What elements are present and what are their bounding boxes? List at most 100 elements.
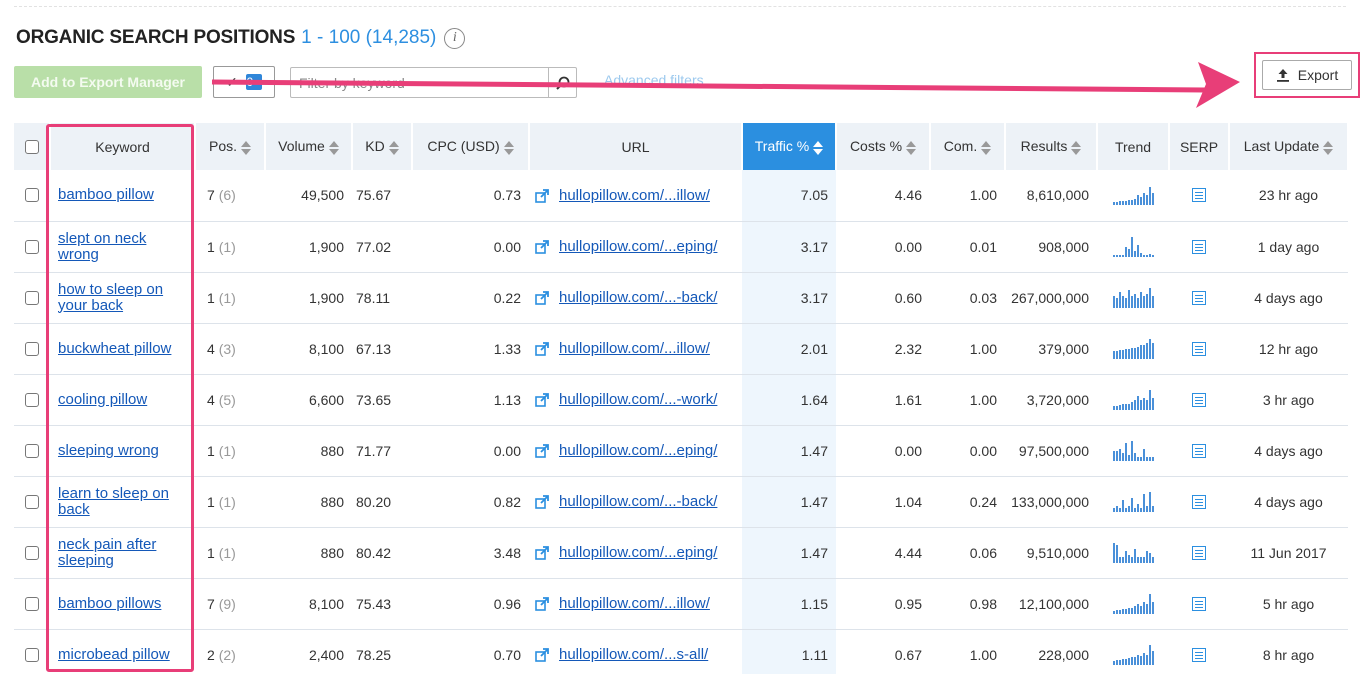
sort-icon — [1071, 140, 1082, 155]
volume-cell: 8,100 — [265, 323, 352, 375]
row-checkbox[interactable] — [25, 443, 39, 458]
keyword-cell: how to sleep on your back — [50, 272, 195, 324]
url-cell: hullopillow.com/...eping/ — [529, 425, 742, 477]
export-label: Export — [1297, 67, 1339, 83]
export-button[interactable]: Export — [1262, 60, 1352, 90]
external-link-icon[interactable] — [535, 648, 549, 663]
traffic-cell: 2.01 — [742, 323, 836, 375]
trend-bar — [1133, 399, 1136, 410]
url-link[interactable]: hullopillow.com/...eping/ — [559, 238, 717, 255]
external-link-icon[interactable] — [535, 189, 549, 203]
column-results[interactable]: Results — [1005, 123, 1098, 170]
external-link-icon[interactable] — [535, 597, 549, 612]
serp-cell — [1169, 578, 1229, 630]
keyword-link[interactable]: how to sleep on your back — [58, 281, 189, 314]
column-keyword[interactable]: Keyword — [50, 123, 196, 170]
trend-bar — [1130, 497, 1133, 512]
serp-icon[interactable] — [1192, 647, 1206, 662]
info-icon[interactable]: i — [444, 27, 466, 49]
row-checkbox[interactable] — [25, 494, 39, 509]
url-link[interactable]: hullopillow.com/...s-all/ — [559, 646, 708, 663]
serp-icon[interactable] — [1192, 545, 1206, 560]
row-checkbox[interactable] — [25, 596, 39, 611]
url-link[interactable]: hullopillow.com/...-back/ — [559, 493, 717, 510]
row-checkbox[interactable] — [25, 647, 39, 662]
select-all-header[interactable] — [14, 123, 51, 170]
column-costs[interactable]: Costs % — [836, 123, 931, 170]
external-link-icon[interactable] — [535, 444, 549, 459]
url-link[interactable]: hullopillow.com/...illow/ — [559, 595, 710, 612]
external-link-icon[interactable] — [535, 495, 549, 510]
row-checkbox[interactable] — [25, 188, 39, 203]
keyword-link[interactable]: bamboo pillows — [58, 595, 189, 612]
keyword-link[interactable]: bamboo pillow — [58, 187, 189, 203]
position-value: 7 — [207, 187, 215, 204]
kd-cell: 71.77 — [352, 425, 412, 477]
keyword-link[interactable]: cooling pillow — [58, 391, 189, 408]
results-cell: 267,000,000 — [1005, 272, 1097, 324]
keyword-link[interactable]: learn to sleep on back — [58, 485, 189, 518]
trend-bar — [1127, 607, 1130, 614]
external-link-icon[interactable] — [535, 240, 549, 255]
add-to-export-manager-button[interactable]: Add to Export Manager — [14, 66, 202, 98]
keyword-link[interactable]: slept on neck wrong — [58, 230, 189, 263]
serp-icon[interactable] — [1192, 239, 1206, 254]
url-link[interactable]: hullopillow.com/...-work/ — [559, 391, 717, 408]
previous-position: (1) — [218, 442, 236, 459]
url-link[interactable]: hullopillow.com/...eping/ — [559, 544, 717, 561]
column-last-update[interactable]: Last Update — [1229, 123, 1349, 170]
row-checkbox[interactable] — [25, 290, 39, 305]
keyword-link[interactable]: buckwheat pillow — [58, 340, 189, 357]
results-cell: 8,610,000 — [1005, 170, 1097, 222]
table-row: bamboo pillow 7 (6) 49,500 75.67 0.73 hu… — [14, 170, 1348, 222]
column-cpc[interactable]: CPC (USD) — [412, 123, 530, 170]
advanced-filters-link[interactable]: Advanced filters — [604, 72, 704, 88]
external-link-icon[interactable] — [535, 393, 549, 408]
serp-icon[interactable] — [1192, 290, 1206, 305]
position-cell: 4 (3) — [195, 323, 265, 375]
external-link-icon[interactable] — [535, 291, 549, 306]
external-link-icon[interactable] — [535, 546, 549, 561]
trend-bar — [1127, 200, 1130, 206]
row-checkbox[interactable] — [25, 341, 39, 356]
external-link-icon[interactable] — [535, 342, 549, 357]
search-button[interactable] — [548, 68, 576, 97]
trend-bar — [1115, 297, 1118, 308]
row-select-cell — [14, 272, 50, 324]
serp-icon[interactable] — [1192, 392, 1206, 407]
trend-bar — [1121, 254, 1124, 257]
row-checkbox[interactable] — [25, 239, 39, 254]
url-link[interactable]: hullopillow.com/...illow/ — [559, 340, 710, 357]
trend-bar — [1136, 556, 1139, 563]
serp-icon[interactable] — [1192, 494, 1206, 509]
url-link[interactable]: hullopillow.com/...illow/ — [559, 187, 710, 204]
serp-icon[interactable] — [1192, 341, 1206, 356]
select-rows-dropdown[interactable]: ✓ 0 — [213, 66, 275, 98]
trend-bar — [1115, 505, 1118, 512]
url-link[interactable]: hullopillow.com/...eping/ — [559, 442, 717, 459]
serp-icon[interactable] — [1192, 188, 1206, 203]
serp-icon[interactable] — [1192, 596, 1206, 611]
keyword-link[interactable]: microbead pillow — [58, 646, 189, 663]
trend-bar — [1112, 660, 1115, 665]
trend-bar — [1127, 454, 1130, 461]
keyword-link[interactable]: neck pain after sleeping — [58, 536, 189, 569]
row-checkbox[interactable] — [25, 392, 39, 407]
select-all-checkbox[interactable] — [24, 139, 39, 154]
costs-cell: 0.67 — [836, 629, 930, 674]
column-pos[interactable]: Pos. — [195, 123, 266, 170]
volume-cell: 8,100 — [265, 578, 352, 630]
filter-by-keyword-input[interactable] — [291, 68, 549, 97]
column-volume[interactable]: Volume — [265, 123, 353, 170]
column-traffic[interactable]: Traffic % — [742, 123, 837, 170]
previous-position: (2) — [218, 646, 236, 663]
column-kd[interactable]: KD — [352, 123, 413, 170]
keyword-link[interactable]: sleeping wrong — [58, 442, 189, 459]
url-link[interactable]: hullopillow.com/...-back/ — [559, 289, 717, 306]
row-checkbox[interactable] — [25, 545, 39, 560]
column-com[interactable]: Com. — [930, 123, 1006, 170]
trend-bar — [1151, 505, 1154, 512]
serp-icon[interactable] — [1192, 443, 1206, 458]
sort-icon — [328, 140, 339, 155]
trend-bar — [1148, 187, 1151, 206]
